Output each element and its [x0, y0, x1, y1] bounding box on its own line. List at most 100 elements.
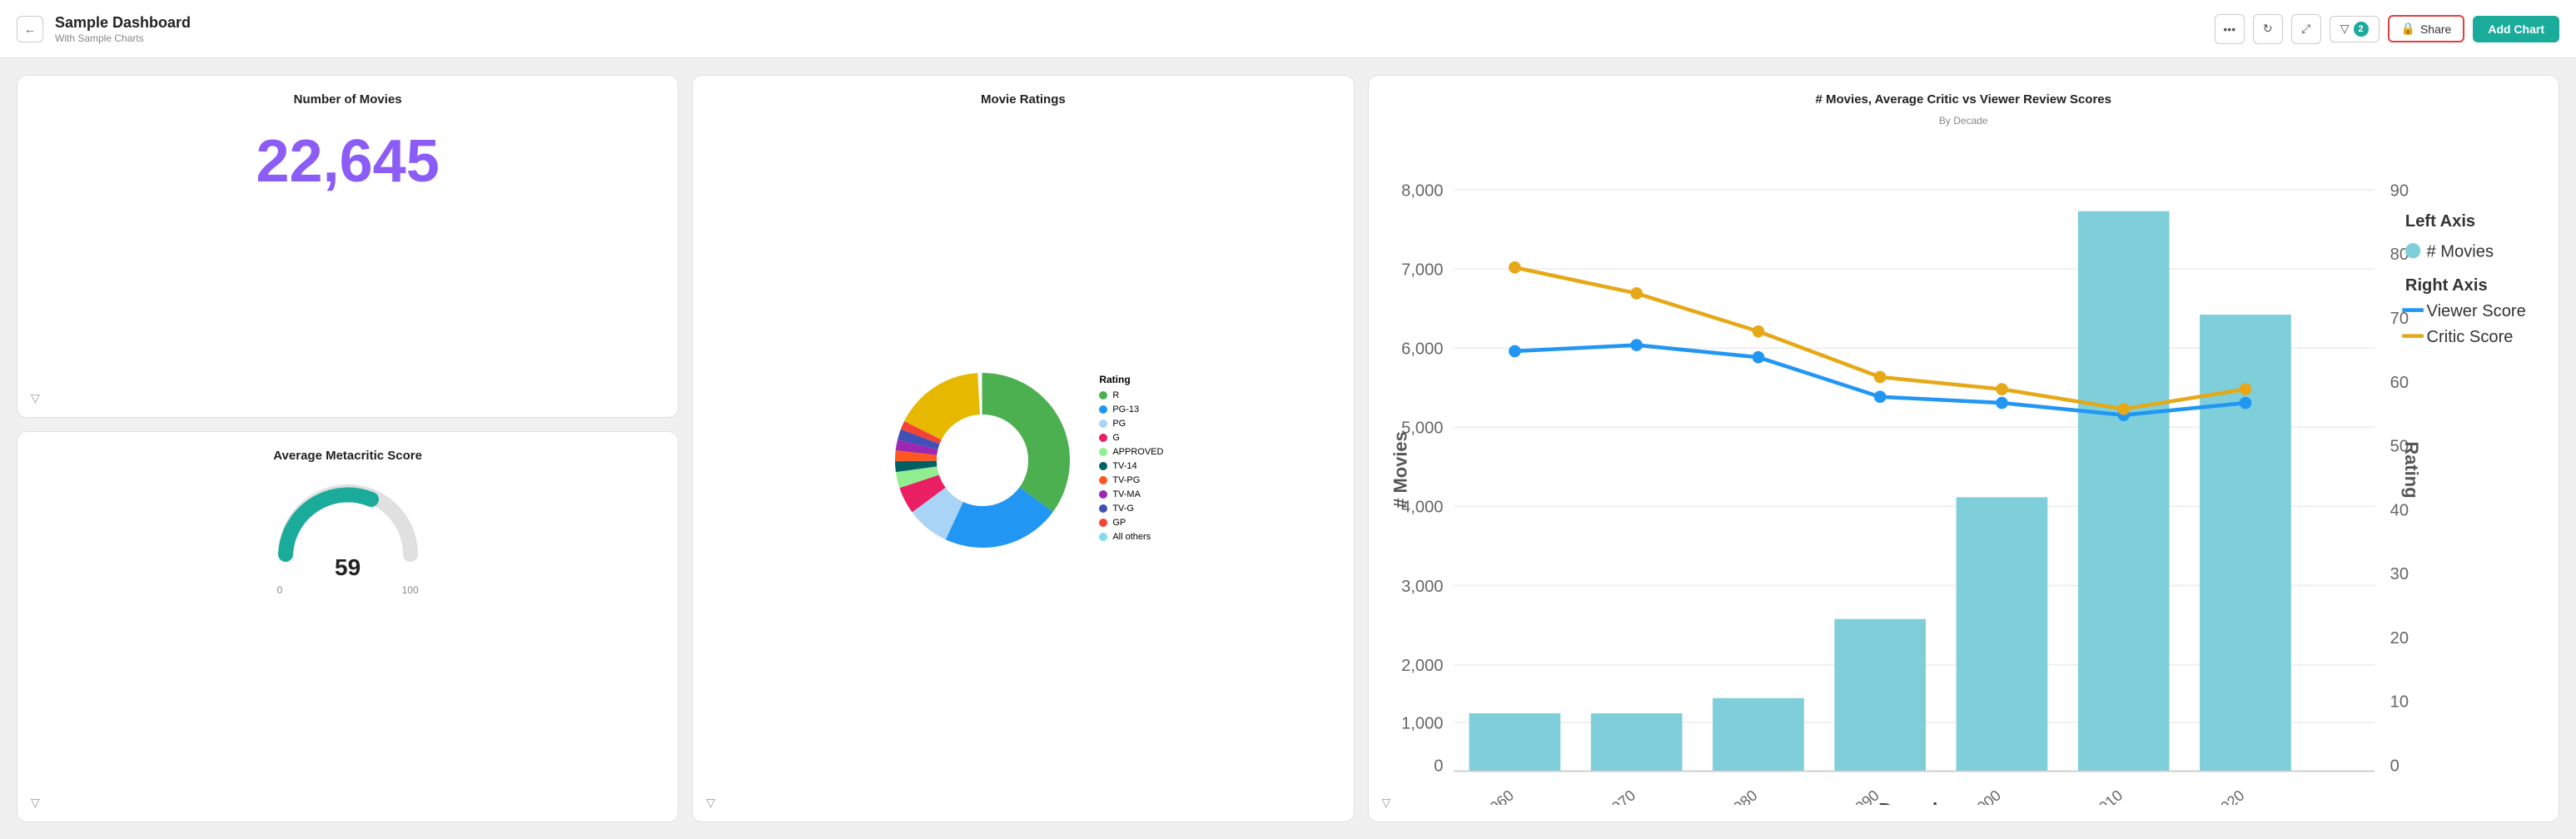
- critic-dot-1990: [1996, 383, 2008, 395]
- svg-text:3,000: 3,000: [1401, 578, 1443, 596]
- svg-text:# Movies: # Movies: [1390, 431, 1410, 509]
- dashboard-title: Sample Dashboard: [55, 14, 191, 32]
- fullscreen-icon: ⤢: [2301, 22, 2310, 36]
- viewer-dot-1980: [1873, 390, 1886, 403]
- svg-text:1,000: 1,000: [1401, 714, 1443, 732]
- combo-chart-title: # Movies, Average Critic vs Viewer Revie…: [1385, 92, 2542, 107]
- legend-left-axis-label: Left Axis: [2404, 212, 2474, 231]
- combo-chart-card: # Movies, Average Critic vs Viewer Revie…: [1368, 75, 2559, 822]
- back-button[interactable]: ←: [17, 16, 43, 42]
- svg-text:1960 - 1970: 1960 - 1970: [1565, 787, 1639, 805]
- legend-label-gp: GP: [1112, 518, 1126, 528]
- gauge-labels: 0 100: [277, 584, 419, 596]
- header-right: ••• ↻ ⤢ ▽ 2 🔒 Share Add Chart: [2215, 14, 2559, 44]
- filter-icon: ▽: [2340, 22, 2350, 36]
- svg-text:1970 - 1980: 1970 - 1980: [1687, 787, 1760, 805]
- legend-dot-tvpg: [1099, 476, 1107, 484]
- legend-label-others: All others: [1112, 532, 1151, 542]
- viewer-dot-2010: [2239, 397, 2251, 410]
- filter-count-badge: 2: [2354, 22, 2369, 37]
- legend-label-tv14: TV-14: [1112, 461, 1136, 471]
- legend-movies-dot: [2404, 243, 2419, 258]
- svg-text:0: 0: [2390, 757, 2399, 775]
- header-left: ← Sample Dashboard With Sample Charts: [17, 14, 191, 44]
- legend-label-pg: PG: [1112, 419, 1126, 429]
- donut-chart: [883, 360, 1082, 560]
- legend-label-tvma: TV-MA: [1112, 489, 1141, 499]
- metacritic-filter-icon[interactable]: ▽: [31, 796, 40, 810]
- back-icon: ←: [24, 22, 36, 36]
- refresh-button[interactable]: ↻: [2253, 14, 2283, 44]
- svg-text:90: 90: [2390, 181, 2408, 200]
- dashboard: Number of Movies 22,645 ▽ Movie Ratings: [0, 58, 2576, 839]
- svg-text:6,000: 6,000: [1401, 340, 1443, 359]
- svg-text:2,000: 2,000: [1401, 657, 1443, 675]
- viewer-dot-1990: [1996, 397, 2008, 410]
- legend-dot-tv14: [1099, 462, 1107, 470]
- legend-item-tv14: TV-14: [1099, 461, 1163, 471]
- svg-text:8,000: 8,000: [1401, 181, 1443, 200]
- legend-item-gp: GP: [1099, 518, 1163, 528]
- critic-dot-1980: [1873, 371, 1886, 384]
- viewer-dot-1960: [1630, 339, 1643, 351]
- legend-dot-r: [1099, 391, 1107, 400]
- movie-ratings-card: Movie Ratings: [692, 75, 1354, 822]
- legend-movies-label: # Movies: [2426, 243, 2493, 261]
- critic-dot-2000: [2117, 403, 2130, 415]
- legend-dot-others: [1099, 533, 1107, 541]
- svg-text:1950 - 1960: 1950 - 1960: [1443, 787, 1516, 805]
- critic-dot-1970: [1752, 325, 1764, 338]
- header-titles: Sample Dashboard With Sample Charts: [55, 14, 191, 44]
- bar-2000: [2077, 211, 2169, 772]
- bar-1960: [1590, 713, 1682, 771]
- share-label: Share: [2420, 22, 2451, 36]
- legend-item-tvg: TV-G: [1099, 504, 1163, 514]
- legend-item-tvpg: TV-PG: [1099, 475, 1163, 485]
- combo-svg: 8,000 7,000 6,000 5,000 4,000 3,000 2,00…: [1385, 135, 2542, 805]
- lock-icon: 🔒: [2401, 22, 2415, 36]
- svg-text:2010 - 2020: 2010 - 2020: [2174, 787, 2247, 805]
- svg-text:0: 0: [1434, 757, 1443, 775]
- more-button[interactable]: •••: [2215, 14, 2245, 44]
- add-chart-button[interactable]: Add Chart: [2473, 16, 2559, 42]
- legend-item-tvma: TV-MA: [1099, 489, 1163, 499]
- metacritic-title: Average Metacritic Score: [34, 449, 661, 463]
- dashboard-subtitle: With Sample Charts: [55, 32, 191, 44]
- svg-text:2000 - 2010: 2000 - 2010: [2052, 787, 2126, 805]
- bar-1970: [1713, 698, 1804, 772]
- legend-dot-gp: [1099, 519, 1107, 527]
- donut-legend: Rating R PG-13 PG G: [1099, 374, 1163, 546]
- movies-filter-icon[interactable]: ▽: [31, 391, 40, 405]
- legend-dot-g: [1099, 434, 1107, 442]
- legend-label-tvg: TV-G: [1112, 504, 1134, 514]
- legend-dot-tvg: [1099, 504, 1107, 513]
- ratings-filter-icon[interactable]: ▽: [706, 796, 715, 810]
- metacritic-value: 59: [335, 554, 361, 581]
- svg-text:Rating: Rating: [2400, 441, 2421, 498]
- legend-item-others: All others: [1099, 532, 1163, 542]
- critic-dot-2010: [2239, 383, 2251, 395]
- svg-text:10: 10: [2390, 693, 2408, 712]
- legend-item-pg13: PG-13: [1099, 405, 1163, 415]
- legend-label-g: G: [1112, 433, 1120, 443]
- viewer-dot-1950: [1509, 345, 1521, 358]
- bar-1950: [1469, 713, 1560, 771]
- gauge-min: 0: [277, 584, 283, 596]
- movies-count-value: 22,645: [34, 132, 661, 191]
- legend-item-pg: PG: [1099, 419, 1163, 429]
- svg-text:20: 20: [2390, 629, 2408, 648]
- movies-count-title: Number of Movies: [34, 92, 661, 107]
- legend-item-r: R: [1099, 390, 1163, 400]
- header: ← Sample Dashboard With Sample Charts ••…: [0, 0, 2576, 58]
- bar-1990: [1956, 497, 2047, 771]
- refresh-icon: ↻: [2263, 22, 2273, 36]
- legend-label-tvpg: TV-PG: [1112, 475, 1140, 485]
- combo-filter-icon[interactable]: ▽: [1382, 796, 1391, 810]
- svg-text:1980 - 1990: 1980 - 1990: [1808, 787, 1882, 805]
- filter-button[interactable]: ▽ 2: [2330, 16, 2380, 42]
- svg-text:60: 60: [2390, 374, 2408, 392]
- fullscreen-button[interactable]: ⤢: [2291, 14, 2321, 44]
- share-button[interactable]: 🔒 Share: [2388, 15, 2465, 42]
- svg-text:7,000: 7,000: [1401, 261, 1443, 279]
- movies-count-card: Number of Movies 22,645 ▽: [17, 75, 679, 418]
